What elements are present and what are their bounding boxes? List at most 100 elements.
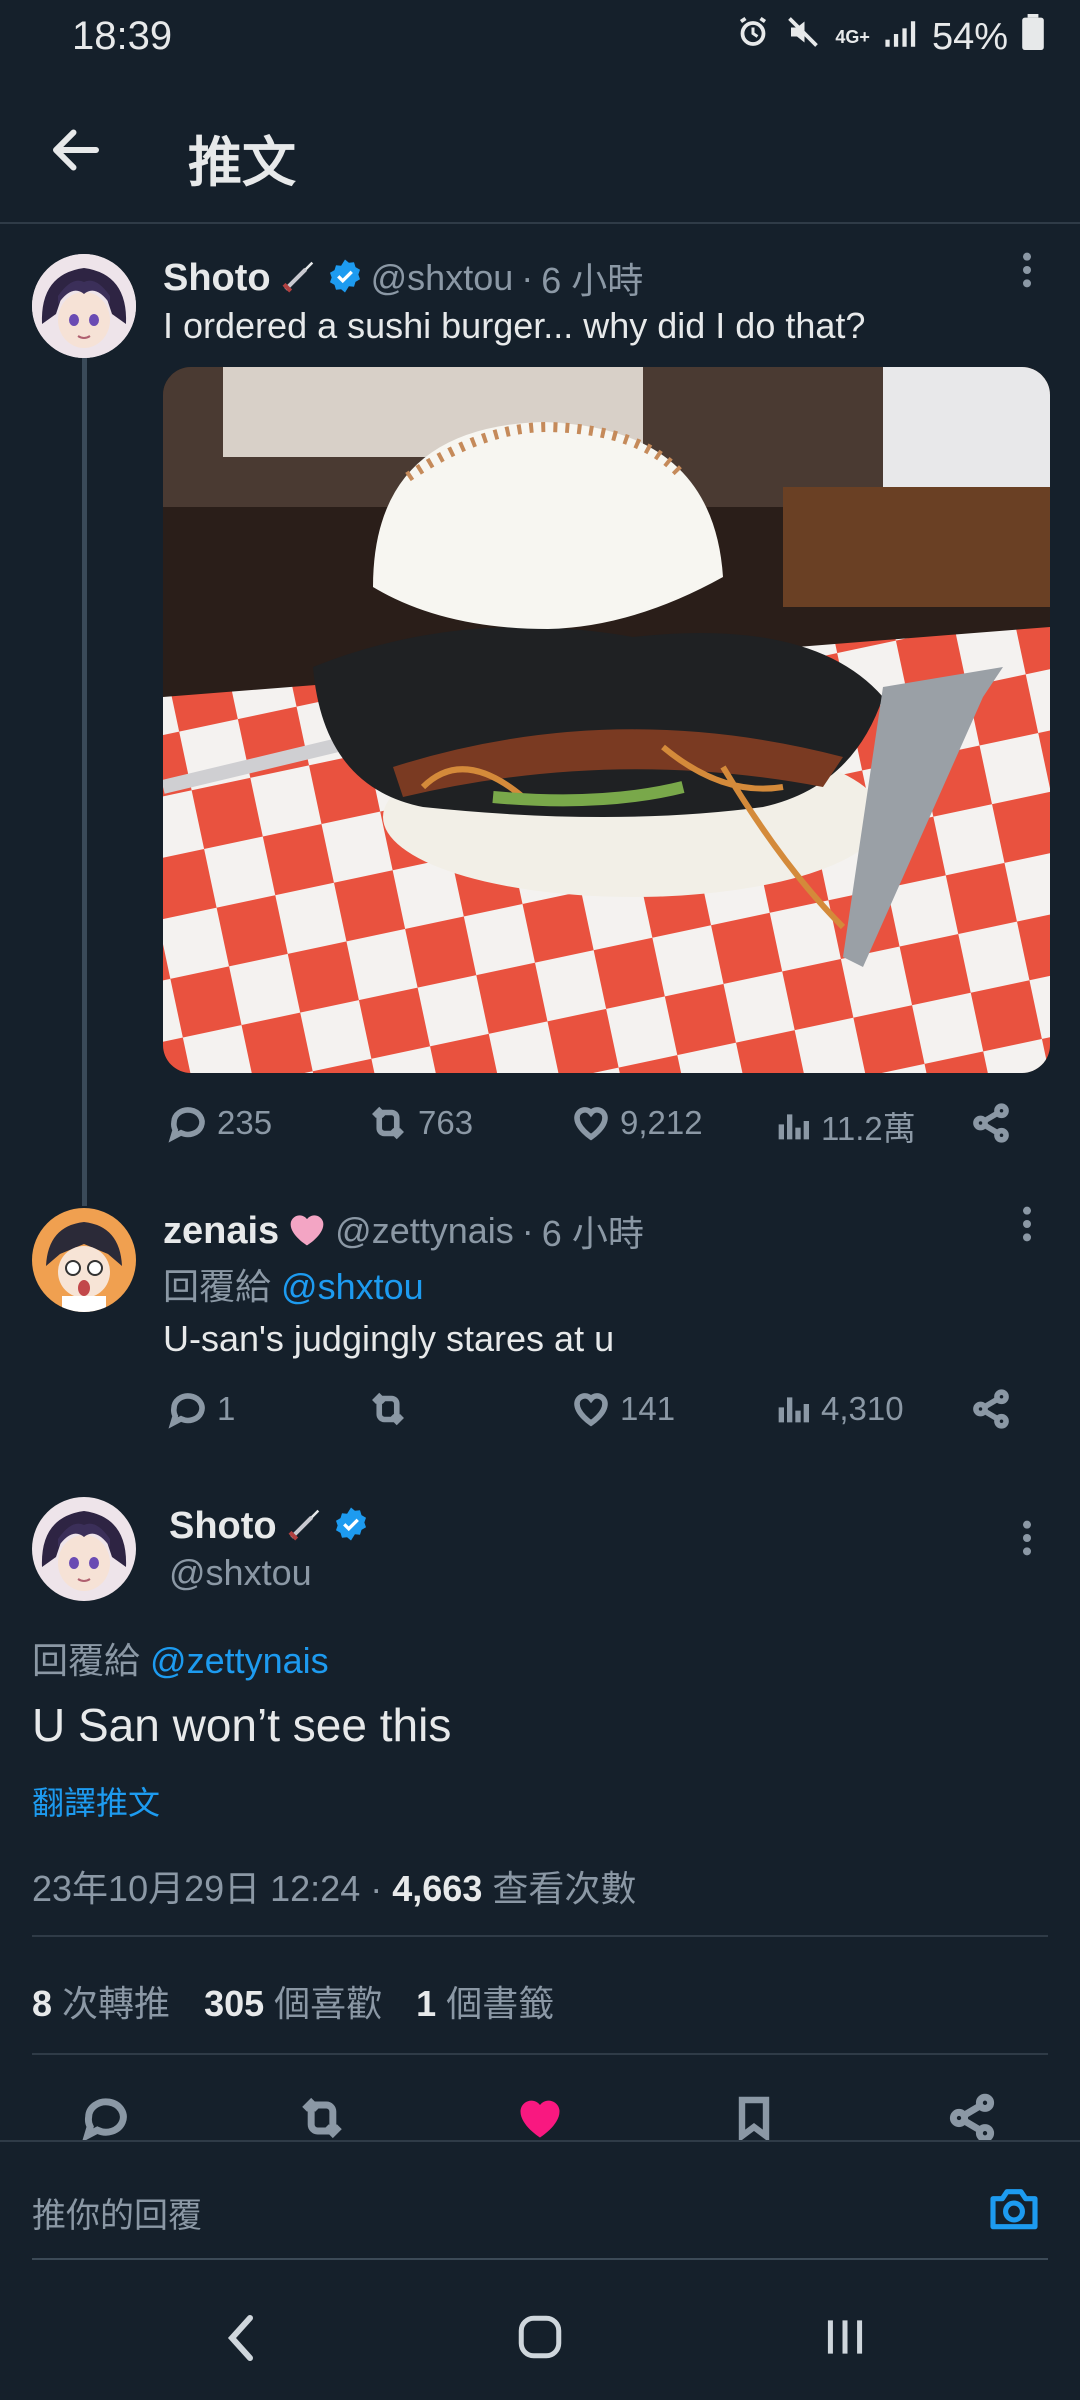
reply-icon [168, 1107, 205, 1143]
reply-prefix: 回覆給 [163, 1266, 272, 1307]
tweet1-header: Shoto @shxtou · 6 小時 [163, 252, 643, 304]
retweet-total: 8 [32, 1983, 53, 2024]
retweet-count: 763 [418, 1104, 474, 1141]
views-count: 4,310 [821, 1390, 904, 1427]
author-name[interactable]: Shoto [169, 1505, 277, 1548]
views-button[interactable]: 11.2萬 [773, 1102, 916, 1150]
reply-icon [168, 1393, 205, 1429]
network-label: 4G+ [835, 26, 870, 47]
share-icon [973, 1103, 1009, 1143]
verified-icon [333, 1506, 369, 1547]
nav-recents-button[interactable] [820, 2312, 870, 2367]
share-icon [949, 2093, 995, 2143]
retweet-icon [372, 1106, 404, 1140]
avatar-zenais[interactable] [32, 1208, 136, 1312]
avatar-shoto[interactable] [32, 254, 136, 358]
heart-filled-icon [520, 2100, 560, 2138]
status-bar: 18:39 4G+ 54% [0, 0, 1080, 80]
bookmark-total: 1 [416, 1983, 437, 2024]
top-header [0, 80, 1080, 224]
reply-to-link[interactable]: @shxtou [281, 1266, 424, 1307]
timestamp[interactable]: 23年10月29日 12:24 [32, 1868, 360, 1909]
status-time: 18:39 [72, 14, 173, 58]
reply-prefix: 回覆給 [32, 1640, 141, 1681]
thread-line [82, 356, 87, 1206]
main-tweet-text: U San won’t see this [32, 1699, 452, 1751]
likes-summary[interactable]: 305 個喜歡 [204, 1975, 382, 2027]
sword-icon [285, 1504, 325, 1549]
dot-separator: · [521, 1210, 534, 1251]
bookmarks-summary[interactable]: 1 個書籤 [416, 1975, 554, 2027]
like-total: 305 [204, 1983, 265, 2024]
reply-icon [81, 2098, 127, 2143]
reply-context: 回覆給 @zettynais [32, 1632, 329, 1684]
more-options-button[interactable] [1012, 1518, 1042, 1568]
share-button[interactable] [970, 1388, 1012, 1430]
reply-context: 回覆給 @shxtou [163, 1258, 424, 1310]
reply-to-link[interactable]: @zettynais [150, 1640, 329, 1681]
status-icons: 4G+ 54% [735, 14, 1044, 60]
author-name[interactable]: Shoto [163, 257, 271, 300]
battery-icon [1022, 14, 1044, 60]
sword-icon [279, 256, 319, 301]
dot-separator: · [521, 257, 534, 298]
verified-icon [327, 258, 363, 299]
avatar-shoto-main[interactable] [32, 1497, 136, 1601]
reply-count: 235 [217, 1104, 273, 1141]
retweet-icon [372, 1392, 404, 1426]
nav-back-button[interactable] [222, 2312, 262, 2369]
like-label: 個喜歡 [274, 1983, 383, 2024]
more-options-button[interactable] [1012, 1204, 1042, 1254]
translate-link[interactable]: 翻譯推文 [32, 1778, 160, 1824]
tweet-time[interactable]: 6 小時 [541, 252, 643, 304]
retweet-label: 次轉推 [62, 1983, 171, 2024]
more-options-button[interactable] [1012, 250, 1042, 300]
like-button[interactable]: 141 [570, 1388, 675, 1430]
heart-icon [574, 1107, 608, 1141]
dot-separator: · [370, 1868, 393, 1909]
author-handle[interactable]: @shxtou [169, 1552, 312, 1594]
bookmark-label: 個書籤 [446, 1983, 555, 2024]
back-arrow-icon [53, 129, 99, 171]
like-count: 9,212 [620, 1104, 703, 1141]
like-count: 141 [620, 1390, 676, 1427]
more-icon [1023, 252, 1031, 288]
retweet-button[interactable]: 763 [366, 1102, 473, 1144]
like-button[interactable]: 9,212 [570, 1102, 703, 1144]
tweet-image[interactable] [163, 367, 1050, 1073]
back-button[interactable] [46, 120, 106, 180]
reply-button[interactable]: 235 [167, 1102, 272, 1144]
camera-button[interactable] [986, 2180, 1042, 2241]
more-icon [1023, 1520, 1031, 1556]
reply-input[interactable]: 推你的回覆 [32, 2188, 932, 2237]
view-label: 查看次數 [492, 1868, 637, 1909]
author-name[interactable]: zenais [163, 1210, 279, 1253]
views-icon [778, 1114, 809, 1140]
nav-home-button[interactable] [515, 2312, 565, 2367]
views-count: 11.2萬 [821, 1110, 916, 1147]
retweet-button[interactable] [366, 1388, 418, 1430]
author-handle[interactable]: @zettynais [335, 1210, 514, 1252]
main-author: Shoto [169, 1504, 369, 1549]
page-title: 推文 [188, 133, 296, 193]
camera-icon [990, 2189, 1038, 2230]
tweet-time[interactable]: 6 小時 [542, 1205, 644, 1257]
tweet-timestamp-row: 23年10月29日 12:24 · 4,663 查看次數 [32, 1860, 636, 1912]
divider [32, 2053, 1048, 2055]
battery-percent: 54% [931, 15, 1008, 58]
views-icon [778, 1397, 809, 1423]
reply-button[interactable]: 1 [167, 1388, 235, 1430]
engagement-counts: 8 次轉推 305 個喜歡 1 個書籤 [32, 1975, 554, 2027]
signal-icon [884, 16, 918, 59]
share-icon [973, 1389, 1009, 1429]
home-icon [518, 2315, 562, 2359]
author-handle[interactable]: @shxtou [371, 257, 514, 299]
share-button[interactable] [970, 1102, 1012, 1144]
mute-icon [785, 14, 821, 60]
heart-icon [574, 1393, 608, 1427]
more-icon [1023, 1206, 1031, 1242]
retweets-summary[interactable]: 8 次轉推 [32, 1975, 170, 2027]
views-button[interactable]: 4,310 [773, 1388, 904, 1430]
tweet-text: I ordered a sushi burger... why did I do… [163, 305, 866, 346]
bookmark-icon [738, 2096, 770, 2143]
